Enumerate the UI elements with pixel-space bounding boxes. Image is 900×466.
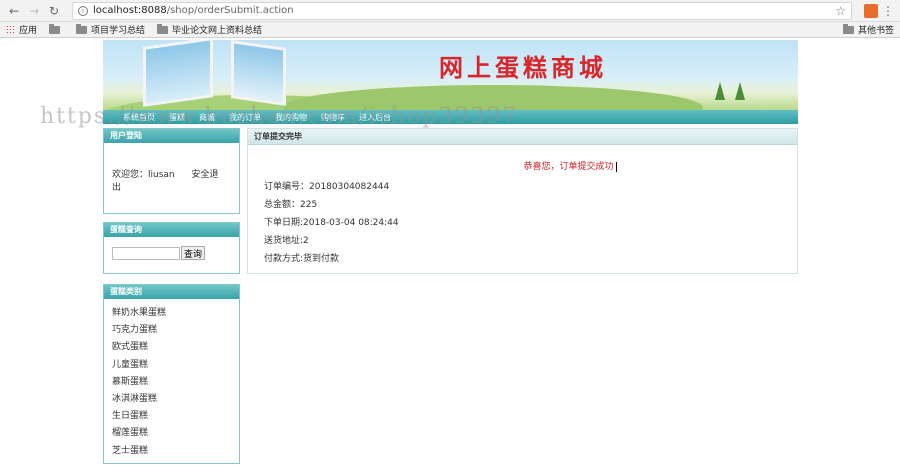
folder-icon [49,23,61,34]
order-number: 订单编号：20180304082444 [264,182,390,192]
search-input[interactable] [112,246,180,260]
order-total: 总金额：225 [264,200,318,210]
nav-cake[interactable]: 蛋糕 [169,112,185,123]
main-nav: 系统首页 蛋糕 商城 我的订单 我的购物 购物车 进入后台 [103,110,798,124]
folder-icon [76,23,88,34]
welcome-text: 欢迎您：liusan [112,170,175,180]
page-content: 网上蛋糕商城 系统首页 蛋糕 商城 我的订单 我的购物 购物车 进入后台 htt… [0,40,900,464]
bookmarks-bar: 应用 项目学习总结 毕业论文网上资料总结 其他书签 [0,22,900,38]
nav-cart[interactable]: 购物车 [321,112,345,123]
site-title: 网上蛋糕商城 [439,53,607,82]
bookmark-star-icon[interactable]: ☆ [835,4,846,18]
success-text: 恭喜您，订单提交成功 [523,162,614,172]
order-address: 送货地址:2 [264,236,309,246]
nav-home[interactable]: 系统首页 [123,112,155,123]
category-item[interactable]: 冰淇淋蛋糕 [112,391,231,408]
category-list: 鲜奶水果蛋糕 巧克力蛋糕 欧式蛋糕 儿童蛋糕 慕斯蛋糕 冰淇淋蛋糕 生日蛋糕 榴… [104,299,239,466]
site-banner: 网上蛋糕商城 [103,40,798,110]
category-panel: 蛋糕类别 鲜奶水果蛋糕 巧克力蛋糕 欧式蛋糕 儿童蛋糕 慕斯蛋糕 冰淇淋蛋糕 生… [103,284,240,464]
nav-my-orders[interactable]: 我的订单 [229,112,261,123]
category-item[interactable]: 欧式蛋糕 [112,339,231,356]
apps-icon [6,25,15,34]
bookmark-folder-projects[interactable]: 项目学习总结 [76,23,145,36]
menu-icon[interactable]: ⋮ [882,4,894,18]
bookmark-label: 毕业论文网上资料总结 [172,26,263,36]
text-cursor [615,161,617,172]
address-bar[interactable]: i localhost:8088/shop/orderSubmit.action… [72,1,852,20]
folder-icon [842,23,854,34]
bookmark-label: 其他书签 [857,26,894,36]
order-payment: 付款方式:货到付款 [264,254,340,264]
bookmark-label: 项目学习总结 [91,26,146,36]
reload-icon[interactable]: ↻ [46,3,62,19]
url-text[interactable]: localhost:8088/shop/orderSubmit.action [93,5,835,16]
banner-tree [715,82,725,100]
nav-my-shop[interactable]: 我的购物 [275,112,307,123]
success-message: 恭喜您，订单提交成功 [343,159,797,172]
search-header: 蛋糕查询 [104,223,239,237]
url-host: localhost:8088 [93,5,167,16]
banner-window [231,40,286,106]
bookmark-apps[interactable]: 应用 [6,23,37,36]
category-item[interactable]: 儿童蛋糕 [112,357,231,374]
login-header: 用户登陆 [104,129,239,143]
banner-hill [283,85,703,110]
order-result-panel: 订单提交完毕 恭喜您，订单提交成功 订单编号：20180304082444 总金… [247,128,798,274]
category-item[interactable]: 鲜奶水果蛋糕 [112,305,231,322]
nav-admin[interactable]: 进入后台 [359,112,391,123]
bookmark-label: 应用 [19,26,38,36]
search-panel: 蛋糕查询 查询 [103,222,240,274]
nav-mall[interactable]: 商城 [199,112,215,123]
url-path: /shop/orderSubmit.action [166,5,294,16]
folder-icon [157,23,169,34]
info-icon[interactable]: i [78,5,88,16]
category-item[interactable]: 巧克力蛋糕 [112,322,231,339]
category-item[interactable]: 榴莲蛋糕 [112,425,231,442]
bookmark-folder-thesis[interactable]: 毕业论文网上资料总结 [157,23,262,36]
category-header: 蛋糕类别 [104,285,239,299]
category-item[interactable]: 芝士蛋糕 [112,443,231,460]
bookmark-folder-blank[interactable] [49,23,64,34]
banner-tree [735,82,745,100]
forward-icon[interactable]: → [26,3,42,19]
bookmark-other[interactable]: 其他书签 [842,23,894,36]
order-date: 下单日期:2018-03-04 08:24:44 [264,218,399,228]
search-button[interactable]: 查询 [181,246,206,260]
category-item[interactable]: 生日蛋糕 [112,408,231,425]
extension-icon[interactable] [864,3,878,18]
order-header: 订单提交完毕 [248,129,797,145]
category-item[interactable]: 慕斯蛋糕 [112,374,231,391]
back-icon[interactable]: ← [6,3,22,19]
login-panel: 用户登陆 欢迎您：liusan 安全退出 [103,128,240,214]
banner-window [143,40,213,107]
browser-toolbar: ← → ↻ i localhost:8088/shop/orderSubmit.… [0,0,900,22]
